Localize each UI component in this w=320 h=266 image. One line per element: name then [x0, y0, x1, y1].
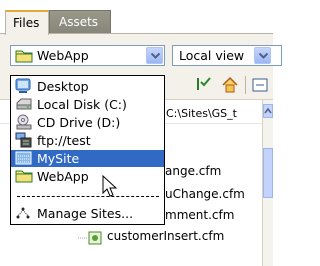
chevron-down-icon	[259, 53, 268, 59]
file-item[interactable]: customerInsert.cfm	[107, 229, 224, 243]
site-toolbar: WebApp Local view	[0, 34, 282, 70]
dropdown-item-label: Local Disk (C:)	[37, 97, 127, 112]
files-panel: Files Assets WebApp Local view C:\Sites\…	[0, 0, 282, 266]
local-disk-icon	[15, 96, 33, 112]
view-select[interactable]: Local view	[172, 45, 282, 66]
dropdown-item-label: Manage Sites...	[37, 206, 134, 221]
scroll-up-button[interactable]	[263, 104, 273, 118]
dropdown-item-label: ftp://test	[37, 133, 91, 148]
expand-icon[interactable]	[252, 76, 268, 97]
chevron-down-icon	[151, 53, 160, 59]
dropdown-item-mysite[interactable]: MySite	[11, 150, 164, 167]
file-item[interactable]: uChange.cfm	[165, 187, 245, 201]
dropdown-item-ftp[interactable]: ftp://test	[11, 132, 164, 149]
dropdown-item-webapp[interactable]: WebApp	[11, 168, 164, 185]
local-path: C:\Sites\GS_t	[166, 107, 237, 120]
dropdown-item-label: CD Drive (D:)	[37, 115, 121, 130]
scrollbar-thumb[interactable]	[263, 148, 273, 198]
toolbar-separator	[245, 76, 246, 94]
tab-files[interactable]: Files	[5, 10, 49, 35]
folder-icon	[15, 49, 33, 66]
chevron-up-icon	[264, 107, 272, 114]
dropdown-item-manage-sites[interactable]: Manage Sites...	[11, 205, 164, 222]
folder-icon	[15, 168, 33, 184]
dropdown-item-label: WebApp	[37, 169, 89, 184]
dropdown-item-cd-drive[interactable]: CD Drive (D:)	[11, 114, 164, 131]
file-item[interactable]: mment.cfm	[165, 208, 234, 222]
mouse-cursor-icon	[102, 175, 118, 197]
file-item[interactable]: ange.cfm	[165, 164, 221, 178]
site-select-dropdown-button[interactable]	[146, 47, 163, 64]
site-icon	[15, 150, 33, 166]
manage-sites-icon	[15, 205, 33, 221]
dropdown-separator	[11, 186, 164, 203]
cd-drive-icon	[15, 114, 33, 130]
dropdown-item-local-disk[interactable]: Local Disk (C:)	[11, 96, 164, 113]
cfm-file-icon	[88, 231, 102, 245]
view-select-value: Local view	[179, 48, 245, 63]
view-select-dropdown-button[interactable]	[254, 47, 271, 64]
site-dropdown-list: Desktop Local Disk (C:) CD Drive (D:) ft…	[10, 75, 165, 225]
tab-assets[interactable]: Assets	[49, 10, 111, 34]
check-in-icon[interactable]	[195, 76, 211, 97]
desktop-icon	[15, 78, 33, 94]
check-out-icon[interactable]	[221, 76, 239, 97]
tab-bar: Files Assets	[0, 0, 273, 35]
site-select[interactable]: WebApp	[10, 45, 165, 66]
ftp-server-icon	[15, 132, 33, 148]
site-select-value: WebApp	[37, 48, 89, 63]
dropdown-item-label: Desktop	[37, 79, 89, 94]
vertical-scrollbar[interactable]	[262, 100, 273, 266]
tree-connector	[78, 237, 88, 239]
dropdown-item-label: MySite	[37, 151, 80, 166]
dropdown-item-desktop[interactable]: Desktop	[11, 78, 164, 95]
